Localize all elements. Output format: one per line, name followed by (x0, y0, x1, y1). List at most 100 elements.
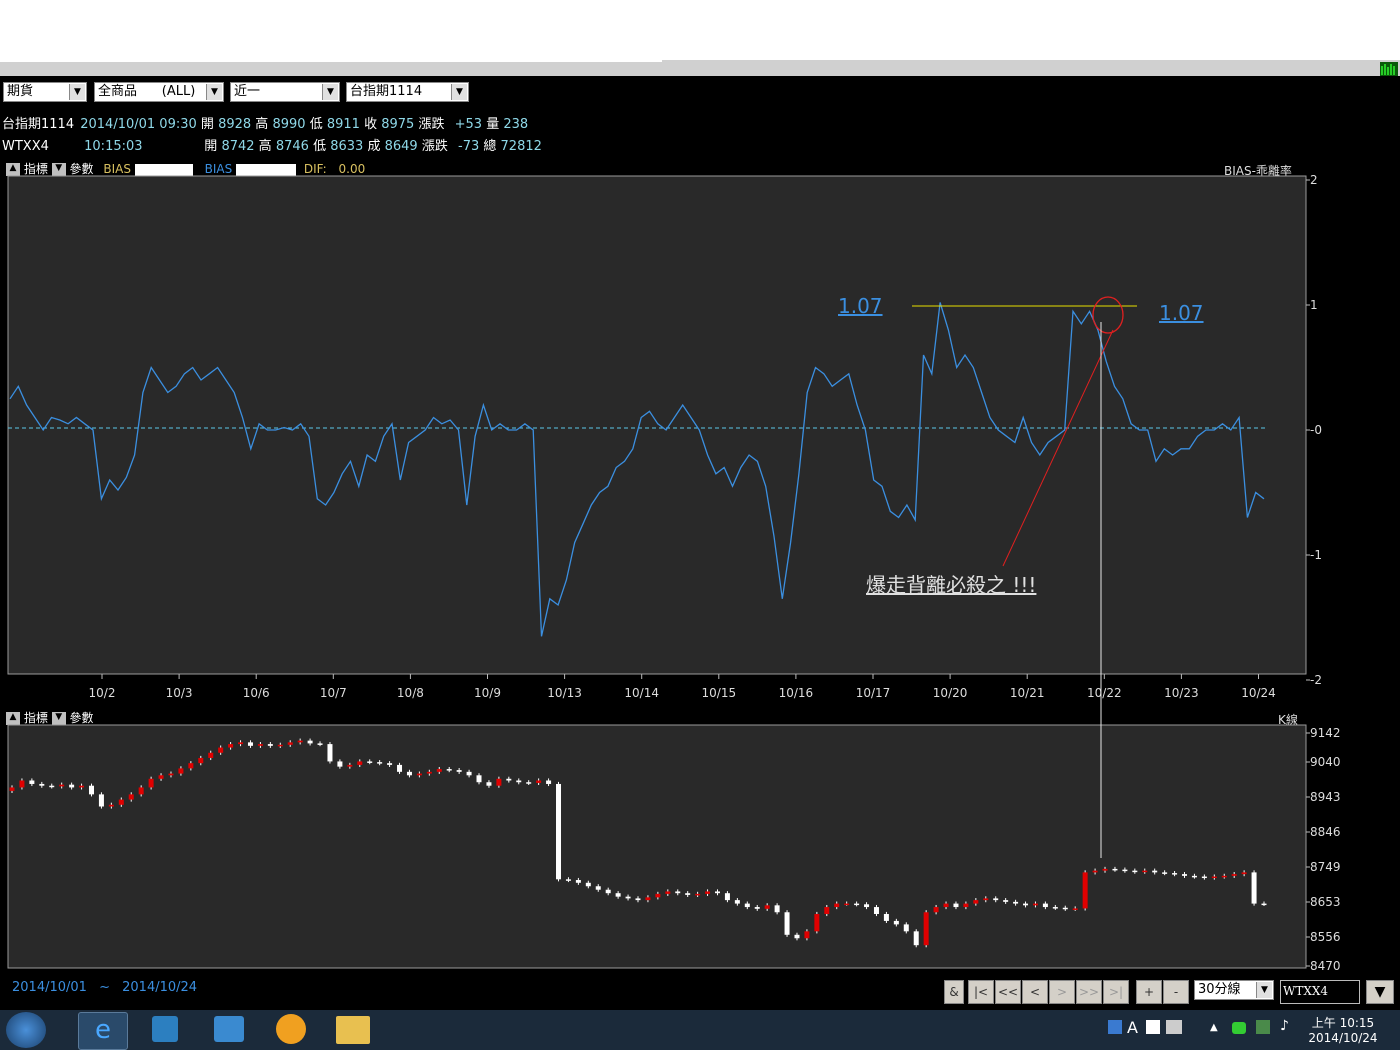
bias-xtick-label: 10/9 (474, 686, 501, 700)
link-button[interactable]: & (944, 980, 964, 1004)
date-range: 2014/10/01 ~ 2014/10/24 (12, 980, 197, 995)
bias-xtick-label: 10/15 (702, 686, 737, 700)
candle-down (69, 784, 75, 788)
candle-up (764, 905, 770, 909)
candle-up (347, 764, 353, 767)
candle-up (208, 752, 214, 758)
candle-down (1191, 875, 1197, 878)
candle-up (655, 893, 661, 898)
candle-up (496, 778, 502, 786)
candle-up (357, 761, 363, 765)
dropdown-arrow-icon[interactable]: ▼ (1366, 980, 1394, 1004)
candle-down (635, 898, 641, 901)
candle-down (1261, 903, 1267, 906)
page-forward-button[interactable]: >> (1076, 980, 1102, 1004)
kline-ytick-label: 9142 (1310, 726, 1341, 740)
prev-button[interactable]: < (1022, 980, 1048, 1004)
candle-up (536, 780, 542, 783)
bias-xtick-label: 10/6 (243, 686, 270, 700)
date-to: 2014/10/24 (122, 980, 198, 995)
page-back-button[interactable]: << (995, 980, 1021, 1004)
bias-xtick-label: 10/16 (779, 686, 814, 700)
start-button-icon[interactable] (6, 1012, 46, 1048)
candle-down (1132, 870, 1138, 873)
next-button[interactable]: > (1049, 980, 1075, 1004)
candle-up (1072, 908, 1078, 910)
candle-up (983, 898, 989, 901)
candle-down (615, 893, 621, 897)
tray-icon[interactable] (1108, 1020, 1122, 1034)
app-icon[interactable] (214, 1016, 244, 1042)
clock-date: 2014/10/24 (1308, 1031, 1378, 1045)
bias-xtick-label: 10/17 (856, 686, 891, 700)
candle-down (1042, 903, 1048, 908)
taskbar-clock[interactable]: 上午 10:15 2014/10/24 (1306, 1014, 1380, 1045)
keyboard-icon[interactable] (1166, 1020, 1182, 1034)
candle-down (526, 782, 532, 784)
kline-ytick-label: 8653 (1310, 895, 1341, 909)
candle-down (605, 889, 611, 894)
candle-up (1082, 872, 1088, 909)
candle-down (1172, 873, 1178, 875)
candle-up (287, 742, 293, 745)
candle-down (49, 785, 55, 788)
candle-up (1092, 870, 1098, 873)
date-separator: ~ (99, 980, 110, 995)
candle-down (546, 780, 552, 784)
last-button[interactable]: >| (1103, 980, 1129, 1004)
candle-down (714, 891, 720, 894)
media-player-icon[interactable] (152, 1016, 178, 1042)
candle-down (476, 775, 482, 783)
candle-down (39, 783, 45, 786)
candle-down (883, 913, 889, 921)
candle-down (893, 920, 899, 925)
kline-ytick-label: 8556 (1310, 930, 1341, 944)
tray-expand-icon[interactable]: ▲ (1210, 1022, 1218, 1033)
candle-up (277, 744, 283, 747)
bias-ytick-label: -0 (1310, 423, 1322, 437)
candle-up (128, 794, 134, 800)
candle-up (973, 900, 979, 904)
candle-up (426, 771, 432, 774)
candle-up (1231, 874, 1237, 876)
candle-down (784, 912, 790, 935)
kline-ytick-label: 9040 (1310, 755, 1341, 769)
first-button[interactable]: |< (968, 980, 994, 1004)
ime-icon[interactable]: A (1127, 1018, 1138, 1037)
candle-up (1241, 872, 1247, 875)
network-icon[interactable] (1256, 1020, 1270, 1034)
candle-up (59, 784, 65, 787)
chat-tray-icon[interactable] (1232, 1022, 1246, 1034)
candle-up (218, 747, 224, 753)
candle-up (238, 742, 244, 745)
internet-explorer-icon[interactable]: e (78, 1012, 128, 1050)
candle-up (19, 780, 25, 788)
candle-down (794, 934, 800, 939)
candle-down (1122, 869, 1128, 872)
candle-up (178, 768, 184, 774)
kline-ytick-label: 8846 (1310, 825, 1341, 839)
candle-down (506, 778, 512, 781)
bias-xtick-label: 10/21 (1010, 686, 1045, 700)
interval-select[interactable]: 30分線 ▼ (1194, 980, 1274, 1000)
candle-down (675, 891, 681, 894)
candle-up (138, 787, 144, 795)
candle-up (1032, 903, 1038, 906)
bias-xtick-label: 10/14 (624, 686, 659, 700)
candle-up (168, 773, 174, 776)
candle-down (556, 783, 562, 880)
annotation-note: 爆走背離必殺之 !!! (866, 573, 1036, 597)
candle-down (1052, 907, 1058, 909)
bias-xtick-label: 10/24 (1241, 686, 1276, 700)
folder-icon[interactable] (336, 1016, 370, 1044)
candle-up (814, 913, 820, 932)
volume-icon[interactable]: ♪ (1280, 1018, 1289, 1034)
interval-value: 30分線 (1198, 982, 1241, 997)
annotation-right-value: 1.07 (1159, 301, 1204, 325)
chat-app-icon[interactable] (276, 1014, 306, 1044)
symbol-input[interactable]: WTXX4 (1280, 980, 1360, 1004)
zoom-in-button[interactable]: + (1136, 980, 1162, 1004)
bias-ytick-label: -1 (1310, 548, 1322, 562)
zoom-out-button[interactable]: - (1163, 980, 1189, 1004)
tray-icon[interactable] (1146, 1020, 1160, 1034)
